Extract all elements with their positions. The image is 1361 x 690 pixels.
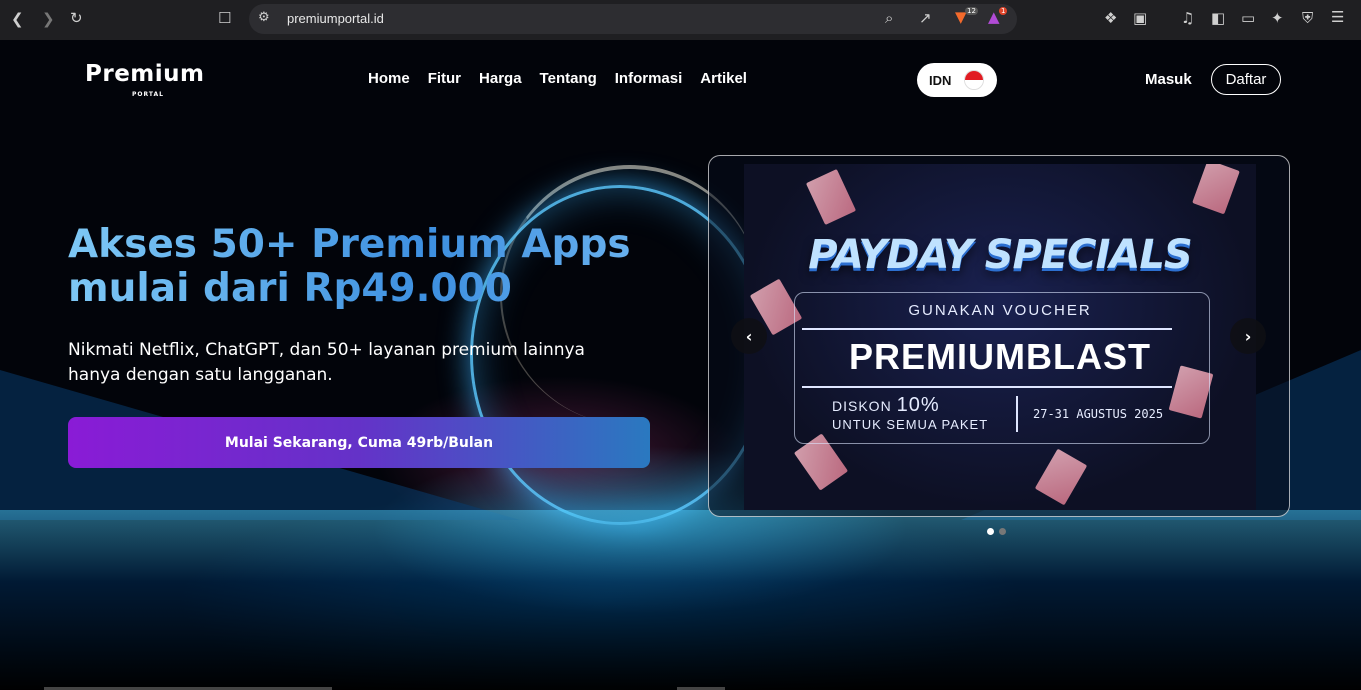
sidebar-icon[interactable]: ◧	[1211, 9, 1225, 27]
carousel-indicators	[987, 528, 1006, 535]
carousel-dot-active[interactable]	[987, 528, 994, 535]
nav-informasi[interactable]: Informasi	[615, 70, 683, 87]
main-nav: Home Fitur Harga Tentang Informasi Artik…	[368, 70, 747, 87]
nav-home[interactable]: Home	[368, 70, 410, 87]
language-label: IDN	[929, 72, 952, 88]
bookmark-icon[interactable]: ☐	[218, 9, 231, 27]
hero-title-line2: mulai dari Rp49.000	[68, 266, 512, 311]
carousel-prev-icon[interactable]: ‹	[731, 318, 767, 354]
wallet-icon[interactable]: ▭	[1241, 9, 1255, 27]
extensions-icon[interactable]: ❖	[1104, 9, 1117, 27]
logo-text: Premium	[85, 61, 205, 87]
leo-ai-icon[interactable]: ✦	[1271, 9, 1284, 27]
browser-toolbar: ❮ ❯ ↻ ☐ ⚙ premiumportal.id ⌕ ↗ ▼ 12 ▲ 1 …	[0, 0, 1361, 40]
discount-label: DISKON	[832, 398, 892, 414]
nav-fitur[interactable]: Fitur	[428, 70, 461, 87]
hero-subtitle-line1: Nikmati Netflix, ChatGPT, dan 50+ layana…	[68, 340, 585, 360]
zoom-icon[interactable]: ⌕	[885, 9, 893, 27]
carousel-dot[interactable]	[999, 528, 1006, 535]
hero-subtitle: Nikmati Netflix, ChatGPT, dan 50+ layana…	[68, 338, 628, 388]
reader-icon[interactable]: ▣	[1133, 9, 1147, 27]
cta-button[interactable]: Mulai Sekarang, Cuma 49rb/Bulan	[68, 417, 650, 468]
money-decoration	[1034, 448, 1088, 506]
divider	[802, 328, 1172, 330]
hero-subtitle-line2: hanya dengan satu langganan.	[68, 365, 333, 385]
url-text[interactable]: premiumportal.id	[287, 11, 384, 26]
back-icon[interactable]: ❮	[11, 10, 24, 28]
discount-value: 10%	[896, 394, 940, 416]
money-decoration	[1192, 164, 1240, 215]
discount-text: DISKON 10%	[832, 394, 940, 417]
divider	[802, 386, 1172, 388]
shields-count-badge: 12	[965, 7, 978, 15]
media-icon[interactable]: ♫	[1181, 9, 1194, 27]
brave-rewards-icon[interactable]: ▲	[988, 8, 1000, 26]
promo-carousel: PAYDAY SPECIALS GUNAKAN VOUCHER PREMIUMB…	[708, 155, 1290, 517]
menu-icon[interactable]: ☰	[1331, 8, 1344, 26]
share-icon[interactable]: ↗	[919, 9, 932, 27]
login-link[interactable]: Masuk	[1145, 71, 1192, 88]
carousel-slide[interactable]: PAYDAY SPECIALS GUNAKAN VOUCHER PREMIUMB…	[744, 164, 1256, 510]
nav-tentang[interactable]: Tentang	[540, 70, 597, 87]
indonesia-flag-icon	[964, 70, 984, 90]
carousel-next-icon[interactable]: ›	[1230, 318, 1266, 354]
address-bar[interactable]: ⚙ premiumportal.id ⌕ ↗ ▼ 12 ▲ 1	[249, 4, 1017, 34]
vpn-icon[interactable]: ⛨	[1302, 9, 1313, 27]
rewards-count-badge: 1	[999, 7, 1008, 15]
hero-title-line1: Akses 50+ Premium Apps	[68, 222, 631, 267]
hero-title: Akses 50+ Premium Apps mulai dari Rp49.0…	[68, 223, 668, 311]
divider	[1016, 396, 1018, 432]
site-logo[interactable]: Premium PORTAL	[85, 61, 205, 98]
register-button[interactable]: Daftar	[1211, 64, 1281, 95]
nav-artikel[interactable]: Artikel	[700, 70, 747, 87]
promo-date-range: 27-31 AGUSTUS 2025	[1033, 407, 1164, 421]
voucher-code: PREMIUMBLAST	[849, 336, 1151, 377]
nav-harga[interactable]: Harga	[479, 70, 522, 87]
money-decoration	[805, 168, 857, 226]
discount-scope: UNTUK SEMUA PAKET	[832, 417, 989, 432]
page-background: Premium PORTAL Home Fitur Harga Tentang …	[0, 40, 1361, 690]
site-settings-icon[interactable]: ⚙	[258, 10, 270, 25]
logo-subtext: PORTAL	[132, 91, 164, 98]
reload-icon[interactable]: ↻	[70, 9, 83, 27]
promo-headline: PAYDAY SPECIALS	[808, 232, 1192, 278]
voucher-label: GUNAKAN VOUCHER	[908, 302, 1092, 319]
background-water	[0, 510, 1361, 690]
forward-icon[interactable]: ❯	[42, 10, 55, 28]
language-switcher[interactable]: IDN	[917, 63, 997, 97]
